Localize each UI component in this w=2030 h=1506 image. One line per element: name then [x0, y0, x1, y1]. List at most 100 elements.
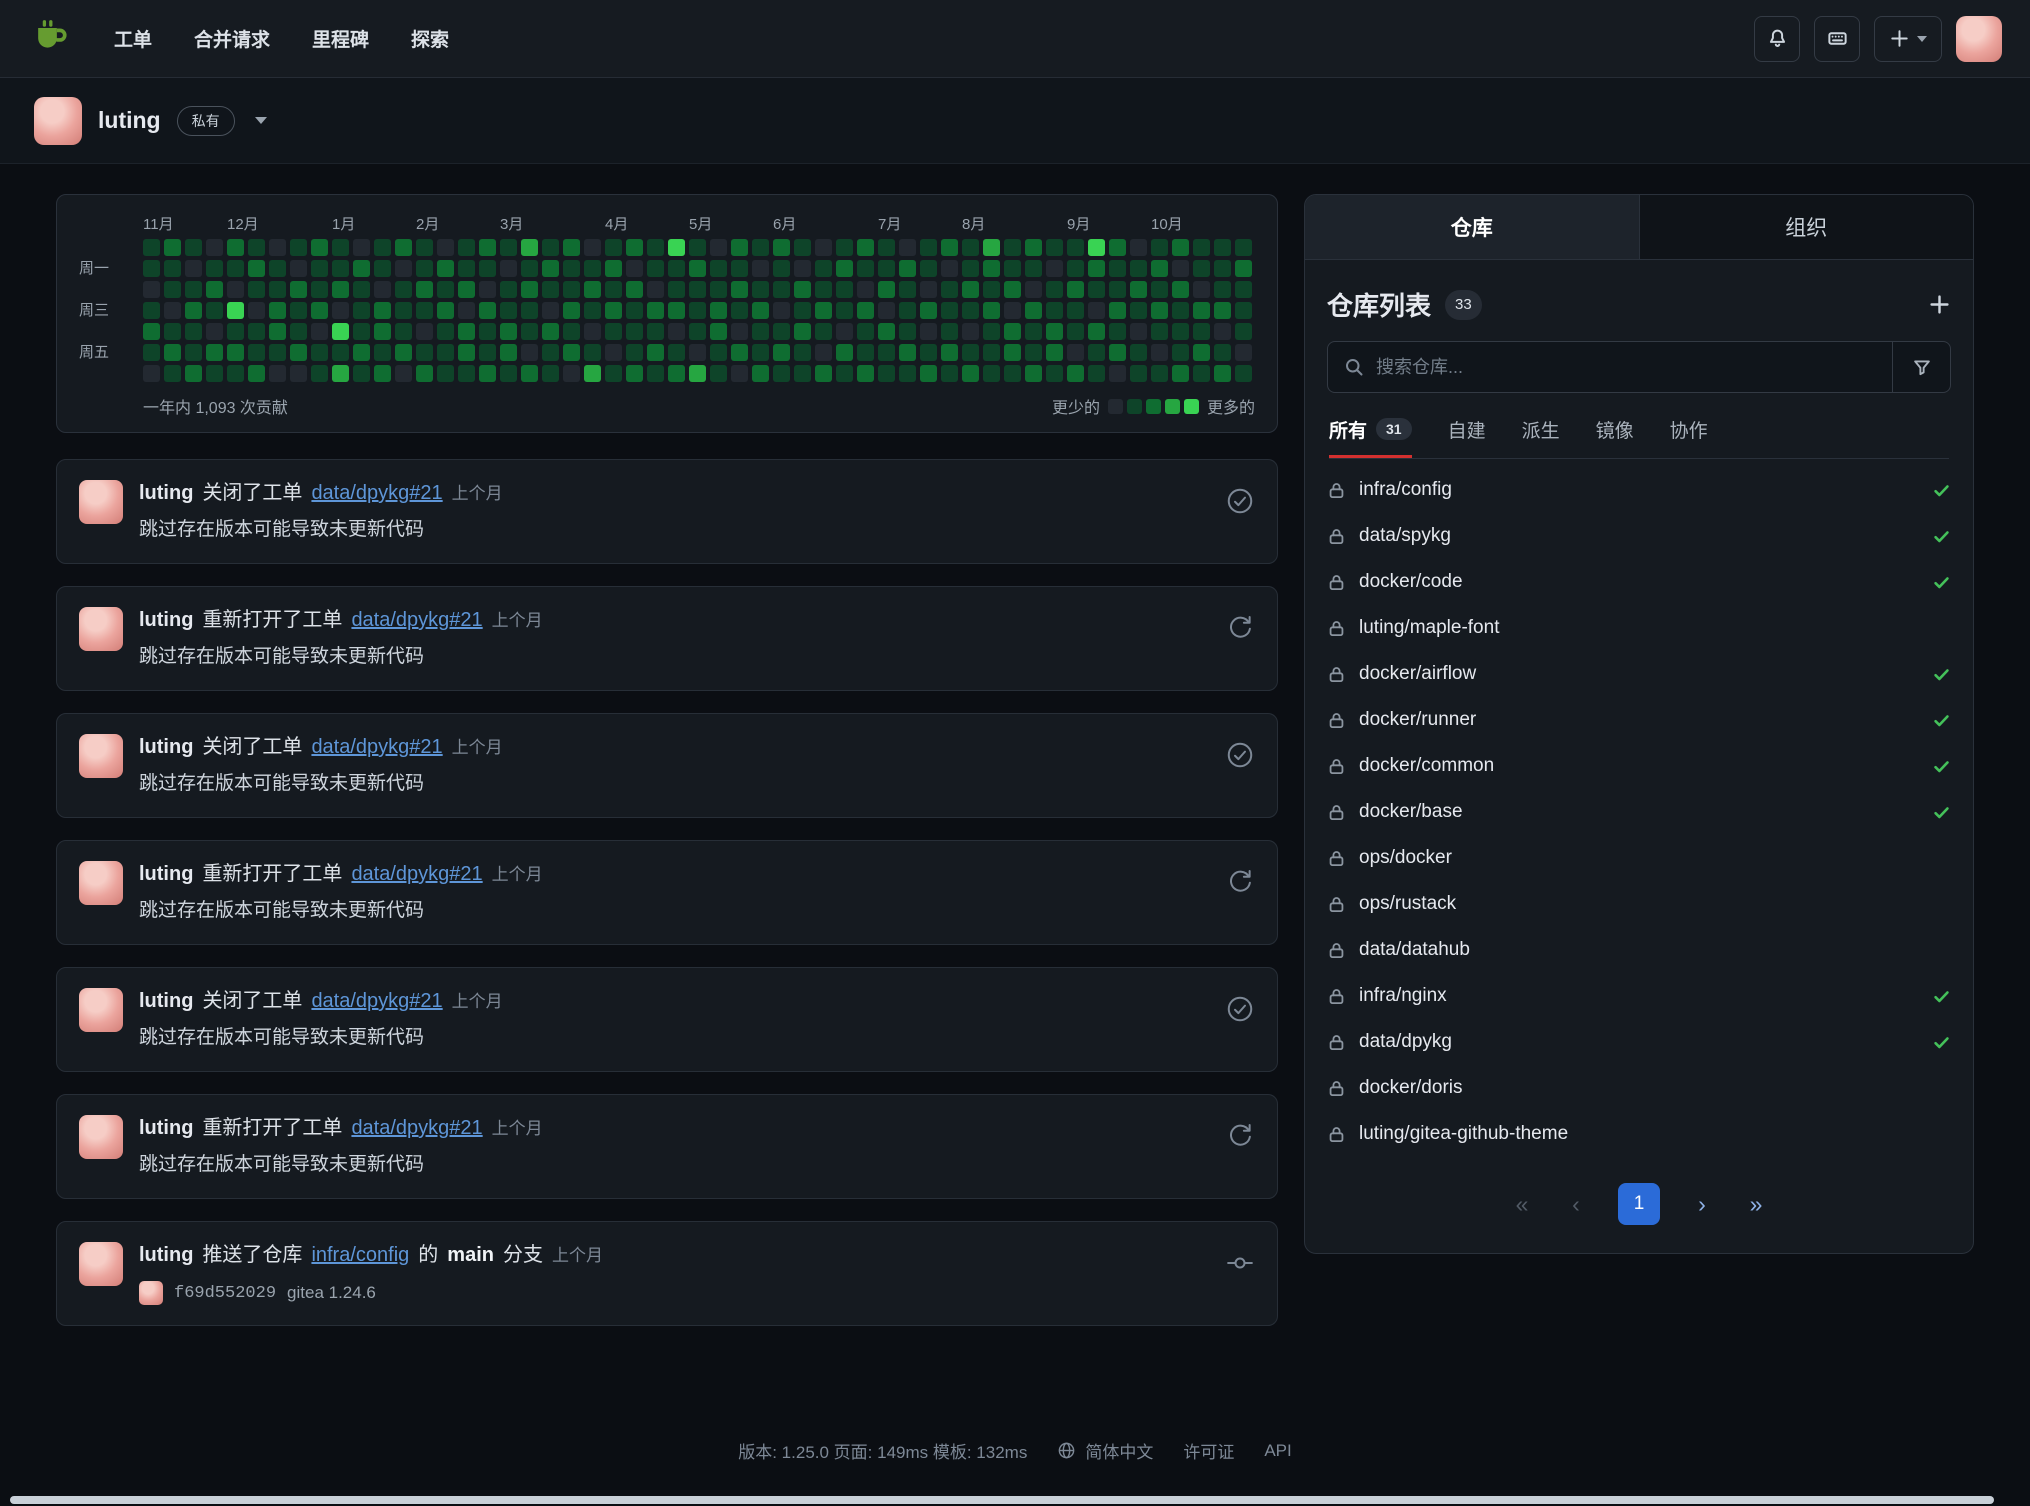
create-new-button[interactable] [1874, 16, 1942, 62]
heatmap-cell[interactable] [1004, 302, 1021, 319]
heatmap-cell[interactable] [1109, 239, 1126, 256]
heatmap-cell[interactable] [752, 365, 769, 382]
heatmap-cell[interactable] [1004, 344, 1021, 361]
heatmap-cell[interactable] [773, 302, 790, 319]
heatmap-cell[interactable] [878, 344, 895, 361]
repo-list-item[interactable]: docker/code [1327, 559, 1951, 605]
repo-filter-all[interactable]: 所有31 [1329, 403, 1412, 458]
heatmap-cell[interactable] [668, 323, 685, 340]
heatmap-cell[interactable] [815, 302, 832, 319]
heatmap-cell[interactable] [1109, 365, 1126, 382]
heatmap-cell[interactable] [710, 344, 727, 361]
heatmap-cell[interactable] [794, 344, 811, 361]
heatmap-cell[interactable] [542, 323, 559, 340]
heatmap-cell[interactable] [1193, 302, 1210, 319]
heatmap-cell[interactable] [1235, 323, 1252, 340]
heatmap-cell[interactable] [206, 281, 223, 298]
heatmap-cell[interactable] [332, 344, 349, 361]
heatmap-cell[interactable] [878, 302, 895, 319]
heatmap-cell[interactable] [1172, 302, 1189, 319]
heatmap-cell[interactable] [920, 344, 937, 361]
heatmap-cell[interactable] [731, 302, 748, 319]
heatmap-cell[interactable] [1172, 365, 1189, 382]
heatmap-cell[interactable] [458, 365, 475, 382]
heatmap-cell[interactable] [248, 344, 265, 361]
heatmap-cell[interactable] [143, 365, 160, 382]
heatmap-cell[interactable] [374, 239, 391, 256]
heatmap-cell[interactable] [794, 302, 811, 319]
heatmap-cell[interactable] [668, 239, 685, 256]
heatmap-cell[interactable] [248, 260, 265, 277]
horizontal-scrollbar[interactable] [10, 1496, 1994, 1504]
heatmap-cell[interactable] [1193, 365, 1210, 382]
heatmap-cell[interactable] [248, 281, 265, 298]
heatmap-cell[interactable] [332, 239, 349, 256]
heatmap-cell[interactable] [752, 323, 769, 340]
feed-user-avatar[interactable] [79, 861, 123, 905]
heatmap-cell[interactable] [248, 239, 265, 256]
heatmap-cell[interactable] [1109, 281, 1126, 298]
heatmap-cell[interactable] [1235, 260, 1252, 277]
heatmap-cell[interactable] [227, 344, 244, 361]
heatmap-cell[interactable] [353, 344, 370, 361]
heatmap-cell[interactable] [920, 260, 937, 277]
heatmap-cell[interactable] [1046, 365, 1063, 382]
feed-target-link[interactable]: data/dpykg#21 [351, 607, 482, 633]
heatmap-cell[interactable] [311, 260, 328, 277]
notifications-button[interactable] [1754, 16, 1800, 62]
heatmap-cell[interactable] [437, 344, 454, 361]
heatmap-cell[interactable] [1025, 365, 1042, 382]
heatmap-cell[interactable] [290, 281, 307, 298]
feed-user-avatar[interactable] [79, 1242, 123, 1286]
heatmap-cell[interactable] [1214, 323, 1231, 340]
heatmap-cell[interactable] [647, 239, 664, 256]
heatmap-cell[interactable] [1130, 323, 1147, 340]
heatmap-cell[interactable] [563, 239, 580, 256]
heatmap-cell[interactable] [416, 239, 433, 256]
heatmap-cell[interactable] [1151, 302, 1168, 319]
heatmap-cell[interactable] [1004, 239, 1021, 256]
heatmap-cell[interactable] [269, 365, 286, 382]
feed-actor[interactable]: luting [139, 480, 193, 506]
heatmap-cell[interactable] [1172, 260, 1189, 277]
repo-list-item[interactable]: docker/airflow [1327, 651, 1951, 697]
heatmap-cell[interactable] [479, 365, 496, 382]
heatmap-cell[interactable] [479, 260, 496, 277]
heatmap-cell[interactable] [983, 260, 1000, 277]
heatmap-cell[interactable] [794, 365, 811, 382]
heatmap-cell[interactable] [773, 365, 790, 382]
heatmap-cell[interactable] [1151, 344, 1168, 361]
heatmap-cell[interactable] [416, 260, 433, 277]
heatmap-cell[interactable] [983, 323, 1000, 340]
heatmap-cell[interactable] [794, 323, 811, 340]
heatmap-cell[interactable] [941, 344, 958, 361]
heatmap-cell[interactable] [458, 323, 475, 340]
heatmap-cell[interactable] [206, 365, 223, 382]
heatmap-cell[interactable] [479, 302, 496, 319]
pagination-last-button[interactable]: » [1744, 1191, 1768, 1218]
heatmap-cell[interactable] [437, 239, 454, 256]
heatmap-cell[interactable] [206, 239, 223, 256]
repo-list-item[interactable]: data/dpykg [1327, 1019, 1951, 1065]
heatmap-cell[interactable] [1130, 260, 1147, 277]
heatmap-cell[interactable] [1088, 239, 1105, 256]
heatmap-cell[interactable] [269, 239, 286, 256]
repo-filter-mirrors[interactable]: 镜像 [1596, 403, 1634, 458]
heatmap-cell[interactable] [668, 365, 685, 382]
feed-user-avatar[interactable] [79, 1115, 123, 1159]
heatmap-cell[interactable] [1235, 239, 1252, 256]
heatmap-cell[interactable] [542, 344, 559, 361]
heatmap-cell[interactable] [227, 239, 244, 256]
heatmap-cell[interactable] [878, 323, 895, 340]
heatmap-cell[interactable] [269, 323, 286, 340]
tab-repositories[interactable]: 仓库 [1305, 195, 1640, 259]
repo-list-item[interactable]: luting/maple-font [1327, 605, 1951, 651]
heatmap-cell[interactable] [1067, 260, 1084, 277]
heatmap-cell[interactable] [710, 239, 727, 256]
heatmap-cell[interactable] [311, 365, 328, 382]
heatmap-cell[interactable] [710, 302, 727, 319]
feed-actor[interactable]: luting [139, 1115, 193, 1141]
repo-list-item[interactable]: infra/nginx [1327, 973, 1951, 1019]
heatmap-cell[interactable] [689, 365, 706, 382]
heatmap-cell[interactable] [1067, 302, 1084, 319]
